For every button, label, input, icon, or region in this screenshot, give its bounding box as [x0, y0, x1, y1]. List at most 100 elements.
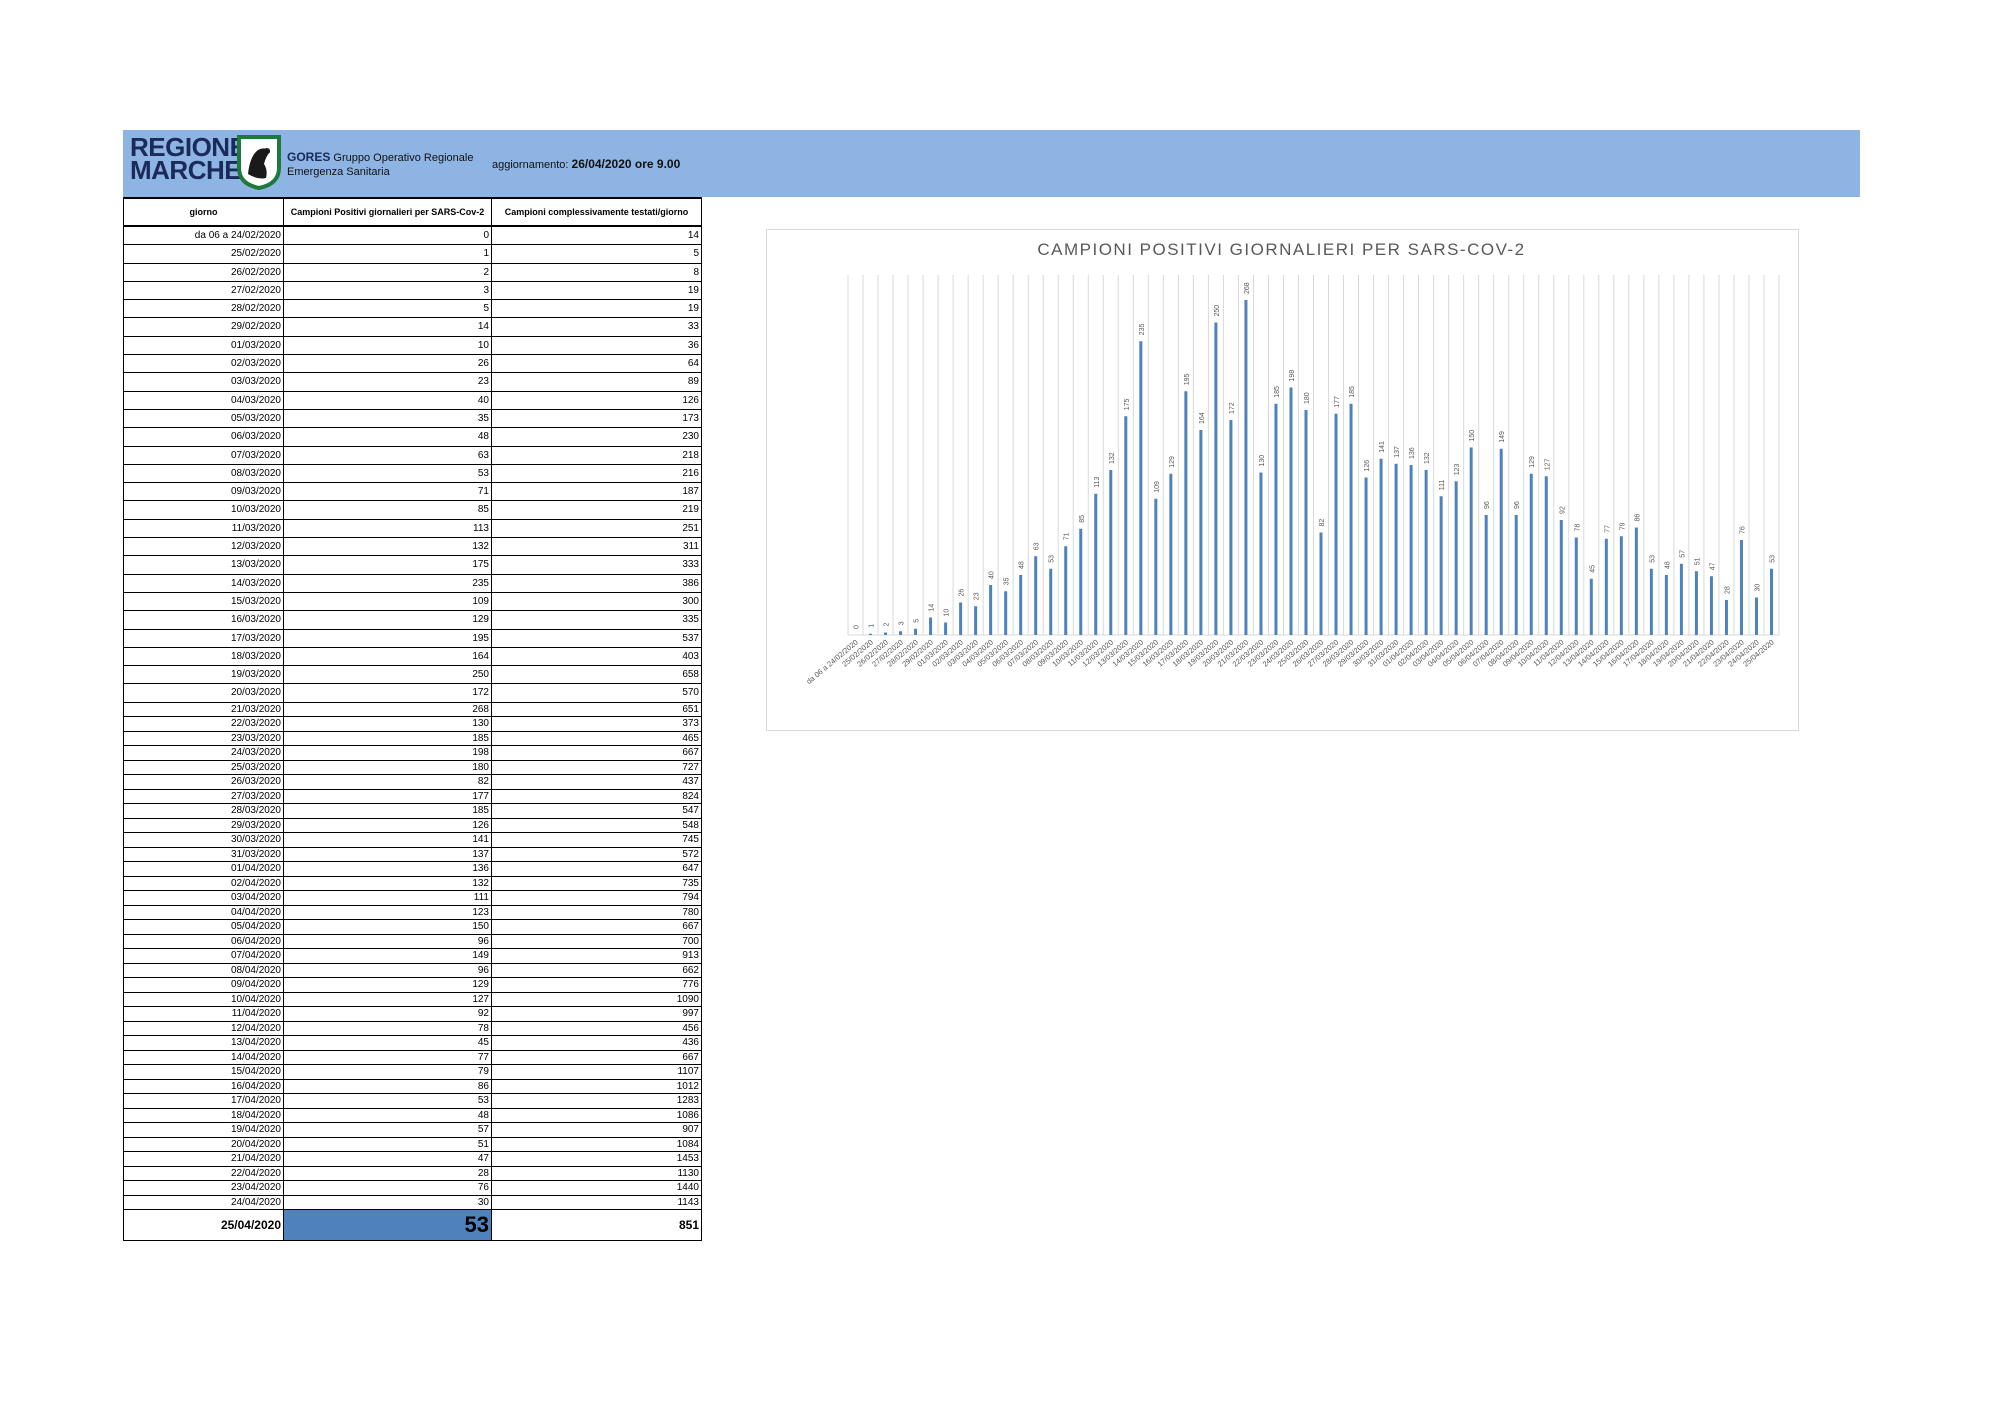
- tested-cell: 300: [491, 591, 702, 612]
- bar: [1139, 341, 1143, 635]
- bar: [1424, 470, 1428, 635]
- date-cell: 28/03/2020: [123, 803, 284, 819]
- table-row: 24/03/2020 198 667: [123, 745, 702, 761]
- positives-cell: 63: [283, 445, 492, 465]
- bar: [1649, 568, 1653, 635]
- bar: [884, 632, 888, 635]
- table-row: 26/02/2020 2 8: [123, 262, 702, 282]
- tested-cell: 8: [491, 262, 702, 282]
- table-row: 25/02/2020 1 5: [123, 244, 702, 264]
- bar: [1754, 597, 1758, 635]
- table-row: 26/03/2020 82 437: [123, 774, 702, 790]
- data-label: 164: [1199, 412, 1206, 424]
- table-row: 27/02/2020 3 19: [123, 280, 702, 301]
- bar: [1634, 527, 1638, 635]
- tested-cell: 727: [491, 759, 702, 776]
- positives-cell: 185: [283, 803, 492, 819]
- table-row: 23/04/2020 76 1440: [123, 1180, 702, 1196]
- tested-cell: 36: [491, 335, 702, 356]
- table-row: 06/04/2020 96 700: [123, 933, 702, 950]
- tested-cell: 173: [491, 408, 702, 429]
- tested-cell: 1084: [491, 1136, 702, 1153]
- tested-cell: 913: [491, 948, 702, 964]
- date-cell: 15/04/2020: [123, 1064, 284, 1080]
- bar: [1364, 477, 1368, 635]
- data-label: 82: [1319, 519, 1326, 527]
- table-row: 14/03/2020 235 386: [123, 573, 702, 593]
- data-label: 141: [1379, 441, 1386, 453]
- table-row: 02/04/2020 132 735: [123, 875, 702, 892]
- table-row: 01/04/2020 136 647: [123, 861, 702, 877]
- date-cell: 03/04/2020: [123, 890, 284, 906]
- positives-cell: 30: [283, 1194, 492, 1211]
- bar: [1394, 463, 1398, 635]
- date-cell: 25/03/2020: [123, 759, 284, 776]
- date-cell: 09/03/2020: [123, 482, 284, 502]
- table-row: 10/04/2020 127 1090: [123, 991, 702, 1008]
- date-cell: 10/03/2020: [123, 500, 284, 520]
- date-cell: 31/03/2020: [123, 846, 284, 863]
- tested-cell: 1130: [491, 1165, 702, 1182]
- positives-cell: 1: [283, 244, 492, 264]
- table-row: 25/03/2020 180 727: [123, 759, 702, 776]
- bar: [899, 631, 903, 635]
- date-cell: 24/04/2020: [123, 1194, 284, 1211]
- date-cell: 22/04/2020: [123, 1165, 284, 1182]
- date-cell: 02/03/2020: [123, 354, 284, 374]
- bar: [1034, 556, 1038, 635]
- latest-tested-cell: 851: [491, 1209, 702, 1242]
- data-label: 198: [1289, 370, 1296, 382]
- bar: [1109, 470, 1113, 635]
- positives-cell: 3: [283, 280, 492, 301]
- date-cell: 12/04/2020: [123, 1020, 284, 1037]
- table-row: 31/03/2020 137 572: [123, 846, 702, 863]
- bar: [1049, 568, 1053, 635]
- positives-cell: 71: [283, 482, 492, 502]
- data-label: 40: [989, 571, 996, 579]
- tested-cell: 1107: [491, 1064, 702, 1080]
- date-cell: 16/04/2020: [123, 1078, 284, 1095]
- data-label: 63: [1034, 542, 1041, 550]
- tested-cell: 794: [491, 890, 702, 906]
- data-label: 1: [869, 624, 876, 628]
- data-label: 79: [1619, 522, 1626, 530]
- tested-cell: 1453: [491, 1151, 702, 1167]
- data-label: 92: [1559, 506, 1566, 514]
- bar: [1094, 493, 1098, 635]
- table-row: 28/02/2020 5 19: [123, 299, 702, 319]
- tested-cell: 216: [491, 463, 702, 484]
- table-row: 07/03/2020 63 218: [123, 445, 702, 465]
- table-row: 02/03/2020 26 64: [123, 354, 702, 374]
- table-row: da 06 a 24/02/2020 0 14: [123, 225, 702, 246]
- date-cell: 17/04/2020: [123, 1093, 284, 1109]
- positives-cell: 26: [283, 354, 492, 374]
- data-table: giorno Campioni Positivi giornalieri per…: [123, 197, 702, 1242]
- bar: [959, 602, 963, 635]
- date-cell: 19/03/2020: [123, 665, 284, 685]
- table-row: 15/03/2020 109 300: [123, 591, 702, 612]
- date-cell: 06/04/2020: [123, 933, 284, 950]
- tested-cell: 1090: [491, 991, 702, 1008]
- bar: [914, 628, 918, 635]
- positives-cell: 40: [283, 390, 492, 410]
- data-label: 268: [1244, 282, 1251, 294]
- date-cell: 26/02/2020: [123, 262, 284, 282]
- date-cell: 24/03/2020: [123, 745, 284, 761]
- positives-cell: 195: [283, 628, 492, 648]
- tested-cell: 1440: [491, 1180, 702, 1196]
- table-row: 17/03/2020 195 537: [123, 628, 702, 648]
- tested-cell: 251: [491, 518, 702, 539]
- data-label: 130: [1259, 455, 1266, 467]
- date-cell: 07/04/2020: [123, 948, 284, 964]
- data-label: 127: [1544, 458, 1551, 470]
- bar: [1079, 528, 1083, 635]
- table-row: 20/03/2020 172 570: [123, 683, 702, 703]
- tested-cell: 780: [491, 904, 702, 921]
- positives-cell: 150: [283, 919, 492, 935]
- positives-cell: 78: [283, 1020, 492, 1037]
- table-row: 18/03/2020 164 403: [123, 646, 702, 667]
- date-cell: 29/02/2020: [123, 317, 284, 337]
- data-label: 172: [1229, 402, 1236, 414]
- data-label: 71: [1064, 532, 1071, 540]
- bar: [944, 622, 948, 635]
